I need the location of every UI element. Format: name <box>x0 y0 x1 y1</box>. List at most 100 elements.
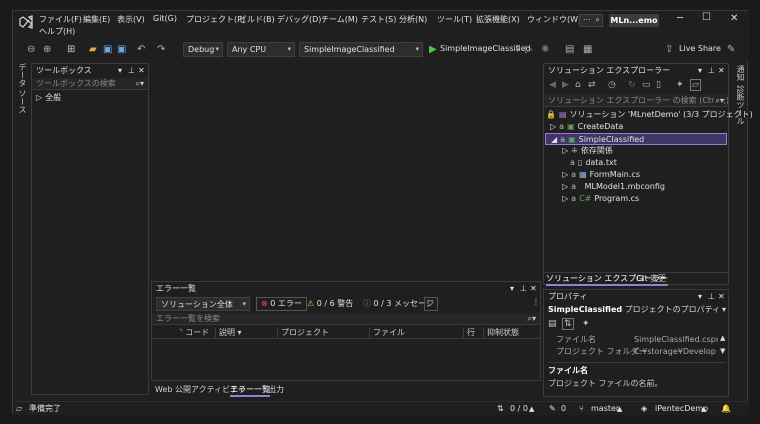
build-filter-button[interactable]: ⛉ <box>424 297 438 311</box>
properties-icon[interactable]: ✦ <box>676 80 684 90</box>
dropdown-icon[interactable]: ▾ <box>118 64 122 77</box>
property-row[interactable]: ファイル名 SimpleClassified.csproj <box>546 334 718 345</box>
pin-icon[interactable]: ⊥ <box>520 282 527 295</box>
menu-test[interactable]: テスト(S) <box>361 14 396 25</box>
tab-git-changes[interactable]: Git 変更 <box>636 273 666 284</box>
diagnostic-tools-tab[interactable]: 診断ツール <box>735 85 746 125</box>
tab-error-list[interactable]: エラー一覧 <box>230 384 270 397</box>
dropdown-icon[interactable]: ▾ <box>510 282 514 295</box>
column-line[interactable]: 行 <box>464 327 484 339</box>
notification-bell-icon[interactable]: 🔔 <box>721 403 731 415</box>
output-window-icon[interactable]: ▱ <box>16 403 22 415</box>
status-branch[interactable]: master <box>591 403 619 415</box>
menu-view[interactable]: 表示(V) <box>117 14 145 25</box>
solution-explorer-search[interactable]: ソリューション エクスプローラー の検索 (Ctrl+;) ⌕▾ <box>544 95 728 107</box>
new-project-icon[interactable]: ⊞ <box>67 44 75 56</box>
save-all-icon[interactable]: ▣ <box>117 44 126 56</box>
run-dropdown-icon[interactable]: ▾ <box>516 44 520 56</box>
column-project[interactable]: プロジェクト <box>278 327 370 339</box>
data-sources-tab[interactable]: データ ソース <box>17 63 28 114</box>
switch-views-icon[interactable]: ⇄ <box>588 80 596 90</box>
live-share-button[interactable]: Live Share <box>679 44 721 53</box>
menu-build[interactable]: ビルド(B) <box>239 14 275 25</box>
tree-item-createdata[interactable]: ▷ a ▣ CreateData <box>550 121 623 133</box>
home-icon[interactable]: ⌂ <box>575 80 581 90</box>
pending-changes-icon[interactable]: ◷ <box>608 80 616 90</box>
tree-item-program[interactable]: ▷ a C# Program.cs <box>562 193 639 205</box>
more-icon[interactable]: ⋮ <box>532 297 540 306</box>
warnings-filter-button[interactable]: ⚠ 0 / 6 警告 <box>302 297 358 311</box>
close-icon[interactable]: ✕ <box>730 13 738 24</box>
tab-output[interactable]: 出力 <box>268 384 284 395</box>
global-search-box[interactable]: ... ⌕ <box>579 13 603 27</box>
column-description[interactable]: 説明 ▾ <box>216 327 278 339</box>
configuration-select[interactable]: Debug ▾ <box>183 42 223 57</box>
show-all-files-icon[interactable]: ▯ <box>656 80 661 90</box>
forward-icon[interactable]: ⊕ <box>43 44 51 56</box>
tree-item-simpleclassified[interactable]: ◢ a ▣ SimpleClassified <box>545 133 727 145</box>
redo-icon[interactable]: ↷ <box>157 44 165 56</box>
collapse-all-icon[interactable]: ▭ <box>642 80 651 90</box>
forward-icon[interactable]: ▶ <box>562 80 569 90</box>
browser-link-icon[interactable]: ▤ <box>565 44 574 56</box>
back-icon[interactable]: ◀ <box>549 80 556 90</box>
properties-object-select[interactable]: SimpleClassified プロジェクトのプロパティ ▾ <box>546 304 728 316</box>
hot-reload-icon[interactable]: ✺ <box>541 44 549 56</box>
back-icon[interactable]: ⊖ <box>27 44 35 56</box>
save-icon[interactable]: ▣ <box>103 44 112 56</box>
start-without-debug-icon[interactable]: ▷ <box>525 44 533 56</box>
toolbox-search[interactable]: ツールボックスの検索 ⌕▾ <box>32 78 148 90</box>
error-scope-select[interactable]: ソリューション全体 ▾ <box>156 297 250 311</box>
pin-icon[interactable]: ⊥ <box>708 64 715 77</box>
column-code[interactable]: ⌝ コード <box>176 327 216 339</box>
menu-file[interactable]: ファイル(F) <box>39 14 82 25</box>
dropdown-icon[interactable]: ▾ <box>698 64 702 77</box>
tree-item-formmain[interactable]: ▷ a ▦ FormMain.cs <box>562 169 640 181</box>
menu-analyze[interactable]: 分析(N) <box>399 14 427 25</box>
undo-icon[interactable]: ↶ <box>137 44 145 56</box>
menu-project[interactable]: プロジェクト(P) <box>186 14 245 25</box>
live-share-icon[interactable]: ⇪ <box>665 44 673 56</box>
menu-git[interactable]: Git(G) <box>153 14 177 23</box>
close-icon[interactable]: ✕ <box>718 64 725 77</box>
errors-filter-button[interactable]: ⊗ 0 エラー <box>256 297 307 311</box>
property-pages-icon[interactable]: ✦ <box>582 319 590 329</box>
menu-help[interactable]: ヘルプ(H) <box>39 26 75 37</box>
scroll-down-icon[interactable]: ▼ <box>720 347 725 355</box>
minimize-icon[interactable]: ─ <box>677 13 683 24</box>
start-debug-icon[interactable]: ▶ <box>429 44 437 56</box>
tree-item-dependencies[interactable]: ▷ ⁜ 依存関係 <box>562 145 613 157</box>
menu-window[interactable]: ウィンドウ(W) <box>527 14 581 25</box>
notifications-tab[interactable]: 通知 <box>735 65 746 81</box>
startup-project-select[interactable]: SimpleImageClassified ▾ <box>299 42 423 57</box>
menu-debug[interactable]: デバッグ(D) <box>277 14 321 25</box>
close-icon[interactable]: ✕ <box>138 64 145 77</box>
categorized-icon[interactable]: ▤ <box>548 319 557 329</box>
pin-icon[interactable]: ⊥ <box>708 290 715 303</box>
menu-edit[interactable]: 編集(E) <box>83 14 110 25</box>
open-folder-icon[interactable]: ▰ <box>89 44 97 56</box>
dropdown-icon[interactable]: ▾ <box>698 290 702 303</box>
tree-item-mlmodel[interactable]: ▷ a MLModel1.mbconfig <box>562 181 665 193</box>
toolbox-group-general[interactable]: ▷ 全般 <box>36 92 61 104</box>
status-changes[interactable]: 0 <box>561 403 566 415</box>
menu-team[interactable]: チーム(M) <box>321 14 358 25</box>
close-icon[interactable]: ✕ <box>530 282 537 295</box>
layout-icon[interactable]: ▦ <box>583 44 592 56</box>
alphabetical-icon[interactable]: ⇅ <box>562 318 574 330</box>
tree-item-solution[interactable]: 🔒 ▤ ソリューション 'MLnetDemo' (3/3 プロジェクト) <box>546 109 753 121</box>
property-row[interactable]: プロジェクト フォルダー C:¥storage¥Develop Repo <box>546 346 718 357</box>
tree-item-data-txt[interactable]: a ▯ data.txt <box>570 157 617 169</box>
column-file[interactable]: ファイル <box>370 327 464 339</box>
status-lines[interactable]: 0 / 0 <box>510 403 528 415</box>
pin-icon[interactable]: ⊥ <box>128 64 135 77</box>
menu-extensions[interactable]: 拡張機能(X) <box>476 14 520 25</box>
sync-icon[interactable]: ↻ <box>628 80 636 90</box>
error-list-search[interactable]: エラー一覧を検索 ⌕▾ <box>152 313 540 325</box>
column-suppression[interactable]: 抑制状態 <box>484 327 540 339</box>
maximize-icon[interactable]: ☐ <box>702 12 711 23</box>
preview-icon[interactable]: ▱ <box>690 79 701 91</box>
feedback-icon[interactable]: ✎ <box>727 44 735 56</box>
menu-tools[interactable]: ツール(T) <box>437 14 472 25</box>
close-icon[interactable]: ✕ <box>718 290 725 303</box>
